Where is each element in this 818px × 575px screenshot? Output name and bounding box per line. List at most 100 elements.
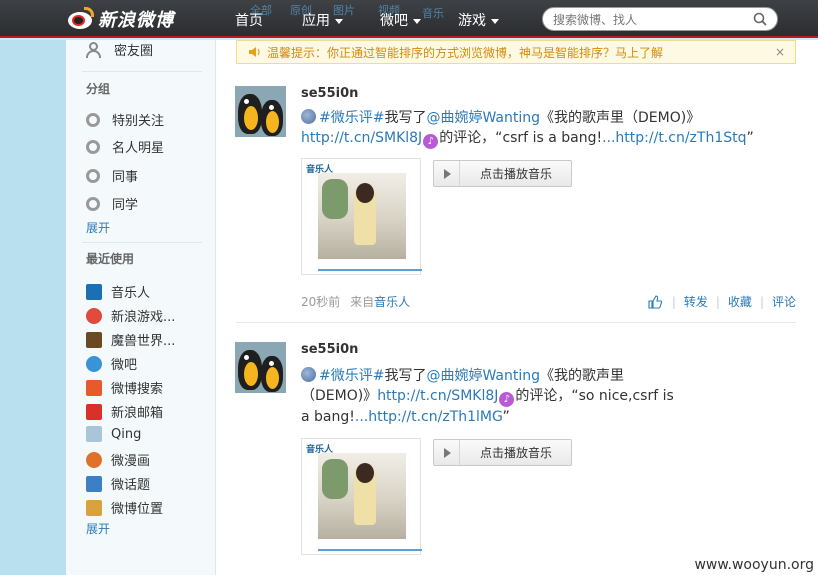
globe-icon <box>301 367 316 382</box>
play-music-button[interactable]: 点击播放音乐 <box>433 439 572 466</box>
sidebar-item-label: Qing <box>111 426 142 442</box>
sidebar-item-label: 微漫画 <box>111 454 151 469</box>
nav-games-label: 游戏 <box>458 13 486 29</box>
post-text: ” <box>746 130 754 146</box>
topic-tag-link[interactable]: #微乐评# <box>319 110 384 126</box>
warcraft-icon <box>86 331 102 348</box>
sidebar-app-warcraft[interactable]: 魔兽世界... <box>86 330 175 349</box>
post-text: 《我的歌声里（DEMO)》 <box>540 110 701 126</box>
sidebar-divider <box>82 242 202 243</box>
speaker-icon <box>249 47 260 57</box>
nav-home[interactable]: 首页 <box>235 10 263 30</box>
sidebar-group-celebrities[interactable]: 名人明星 <box>86 137 164 156</box>
play-music-label: 点击播放音乐 <box>480 446 553 460</box>
thumbs-up-icon[interactable] <box>648 294 662 309</box>
repost-button[interactable]: 转发 <box>684 293 708 310</box>
post-source-link[interactable]: 音乐人 <box>374 295 410 309</box>
play-music-label: 点击播放音乐 <box>480 167 553 181</box>
sidebar-app-comic[interactable]: 微漫画 <box>86 450 150 469</box>
sidebar-app-music-person[interactable]: 音乐人 <box>86 282 150 301</box>
weiba-icon <box>86 355 102 372</box>
post-time[interactable]: 20秒前 <box>301 295 340 309</box>
sidebar-app-sina-game[interactable]: 新浪游戏... <box>86 306 175 325</box>
left-sidebar: 密友圈 分组 特别关注 名人明星 同事 同学 展开 最近使用 音乐人 新浪游戏.… <box>66 40 216 575</box>
nav-weiba[interactable]: 微吧 <box>380 10 421 30</box>
smart-sort-notice: 温馨提示：你正通过智能排序的方式浏览微博，神马是智能排序？马上了解 × <box>236 40 796 64</box>
sidebar-group-classmates[interactable]: 同学 <box>86 194 138 213</box>
groups-expand-link[interactable]: 展开 <box>86 219 110 236</box>
post-meta: 20秒前 来自音乐人 <box>301 293 410 310</box>
play-icon <box>444 169 451 179</box>
nav-apps-label: 应用 <box>302 13 330 29</box>
chevron-down-icon <box>335 18 343 24</box>
post-actions: | 转发 | 收藏 | 评论 <box>648 293 796 310</box>
nav-apps[interactable]: 应用 <box>302 10 343 30</box>
comment-button[interactable]: 评论 <box>772 293 796 310</box>
play-icon <box>444 448 451 458</box>
recent-heading: 最近使用 <box>86 252 135 266</box>
sidebar-app-topic[interactable]: 微话题 <box>86 474 150 493</box>
qing-icon <box>86 426 102 442</box>
music-album-thumbnail[interactable]: 音乐人 <box>301 438 422 555</box>
mention-link[interactable]: @曲婉婷Wanting <box>426 368 540 384</box>
search-input[interactable] <box>553 11 743 29</box>
sidebar-item-label: 新浪邮箱 <box>111 406 164 421</box>
avatar[interactable] <box>235 86 286 137</box>
short-link[interactable]: http://t.cn/SMKl8J <box>301 130 422 146</box>
sidebar-item-label: 微博位置 <box>111 502 164 517</box>
sidebar-item-label: 微吧 <box>111 358 138 373</box>
page-background <box>0 40 66 575</box>
avatar[interactable] <box>235 342 286 393</box>
sidebar-item-label: 密友圈 <box>114 44 154 59</box>
album-photo <box>318 453 406 539</box>
sidebar-item-label: 微博搜索 <box>111 382 164 397</box>
sidebar-item-label: 特别关注 <box>112 114 165 129</box>
sidebar-group-special[interactable]: 特别关注 <box>86 110 164 129</box>
sidebar-app-location[interactable]: 微博位置 <box>86 498 163 517</box>
sidebar-app-sina-mail[interactable]: 新浪邮箱 <box>86 402 163 421</box>
recent-expand-link[interactable]: 展开 <box>86 520 110 537</box>
music-album-thumbnail[interactable]: 音乐人 <box>301 158 422 275</box>
post-author[interactable]: se55i0n <box>301 86 358 101</box>
groups-heading: 分组 <box>86 82 111 96</box>
short-link[interactable]: ...http://t.cn/zTh1lMG <box>355 409 503 425</box>
short-link[interactable]: http://t.cn/SMKl8J <box>377 388 498 404</box>
sidebar-app-weibo-search[interactable]: 微博搜索 <box>86 378 163 397</box>
group-pin-icon <box>86 196 100 211</box>
location-icon <box>86 499 102 516</box>
group-pin-icon <box>86 168 100 183</box>
post-text: 我写了 <box>384 368 427 384</box>
chevron-down-icon <box>491 18 499 24</box>
short-link[interactable]: ...http://t.cn/zTh1Stq <box>602 130 746 146</box>
sidebar-item-close-friends[interactable]: 密友圈 <box>86 40 153 59</box>
sidebar-divider <box>82 71 202 72</box>
group-pin-icon <box>86 139 100 154</box>
globe-icon <box>301 109 316 124</box>
sidebar-app-weiba[interactable]: 微吧 <box>86 354 137 373</box>
post-author[interactable]: se55i0n <box>301 342 358 357</box>
nav-games[interactable]: 游戏 <box>458 10 499 30</box>
sidebar-item-label: 新浪游戏... <box>111 310 176 325</box>
sina-game-icon <box>86 307 102 324</box>
close-friends-icon <box>86 41 104 58</box>
sidebar-item-label: 微话题 <box>111 478 151 493</box>
sidebar-app-qing[interactable]: Qing <box>86 426 141 442</box>
sidebar-item-label: 同学 <box>112 198 139 213</box>
post-content: #微乐评#我写了@曲婉婷Wanting《我的歌声里（DEMO)》http://t… <box>301 366 681 427</box>
sina-weibo-logo[interactable]: 新浪微博 <box>66 6 174 32</box>
play-music-button[interactable]: 点击播放音乐 <box>433 160 572 187</box>
notice-text[interactable]: 温馨提示：你正通过智能排序的方式浏览微博，神马是智能排序？马上了解 <box>267 44 663 61</box>
sidebar-group-colleagues[interactable]: 同事 <box>86 166 138 185</box>
topic-icon <box>86 475 102 492</box>
sina-mail-icon <box>86 403 102 420</box>
topic-tag-link[interactable]: #微乐评# <box>319 368 384 384</box>
close-icon[interactable]: × <box>775 45 785 59</box>
mention-link[interactable]: @曲婉婷Wanting <box>426 110 540 126</box>
chevron-down-icon <box>413 18 421 24</box>
search-icon[interactable] <box>753 12 767 26</box>
music-note-icon: ♪ <box>499 392 515 407</box>
post-divider <box>236 322 796 323</box>
favorite-button[interactable]: 收藏 <box>728 293 752 310</box>
nav-weiba-label: 微吧 <box>380 13 408 29</box>
post-text: 的评论，“csrf is a bang! <box>439 130 603 146</box>
